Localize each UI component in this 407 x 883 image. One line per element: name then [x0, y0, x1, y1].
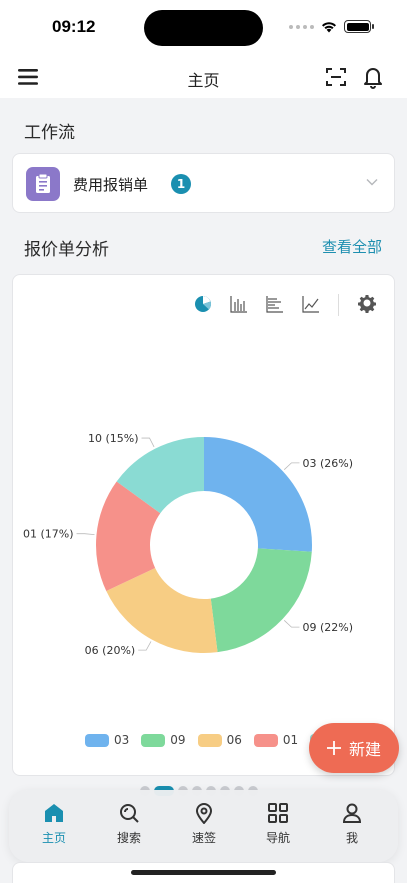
legend-swatch — [253, 733, 278, 747]
tab-label: 主页 — [41, 831, 66, 845]
legend-swatch — [141, 733, 166, 747]
workflow-count-badge: 1 — [171, 174, 191, 194]
scan-icon[interactable] — [325, 66, 347, 88]
legend-swatch — [197, 733, 222, 747]
view-all-link[interactable]: 查看全部 — [322, 236, 382, 257]
tab-navigation[interactable]: 导航 — [248, 802, 308, 846]
workflow-item-expense-claim[interactable]: 费用报销单 1 — [12, 153, 395, 213]
slice-label: 09 (22%) — [302, 621, 353, 634]
workflow-item-label: 费用报销单 — [73, 176, 149, 194]
bottom-tab-bar: 主页 搜索 速签 导航 我 — [9, 790, 398, 862]
analysis-section-title: 报价单分析 — [24, 240, 109, 260]
plus-icon — [326, 741, 341, 755]
tab-search[interactable]: 搜索 — [99, 802, 159, 846]
status-time: 09:12 — [52, 17, 96, 36]
bell-icon[interactable] — [362, 65, 384, 89]
tab-label: 我 — [345, 831, 358, 845]
tab-home[interactable]: 主页 — [24, 802, 84, 846]
wifi-icon — [322, 22, 336, 33]
slice-label: 01 (17%) — [23, 528, 74, 541]
legend-item-06[interactable]: 06 — [197, 733, 242, 747]
cellular-signal-icon — [289, 24, 314, 29]
legend-item-03[interactable]: 03 — [85, 733, 129, 747]
donut-slice-09[interactable] — [210, 548, 312, 653]
label-leader-line — [76, 533, 95, 536]
battery-icon — [344, 20, 374, 33]
legend-swatch — [85, 733, 109, 747]
workflow-section-title: 工作流 — [24, 123, 75, 143]
legend-label: 09 — [170, 733, 186, 747]
quotation-chart-card: 03 (26%) 09 (22%) 06 (20%) 01 (17%) 10 (15%)… — [12, 274, 395, 776]
slice-label: 10 (15%) — [88, 432, 139, 445]
slice-label: 06 (20%) — [85, 644, 136, 657]
tab-me[interactable]: 我 — [322, 802, 382, 846]
grid-icon — [268, 803, 288, 823]
donut-slice-03[interactable] — [204, 437, 313, 552]
label-leader-line — [138, 641, 152, 651]
legend-label: 06 — [226, 733, 242, 747]
legend-label: 03 — [114, 733, 130, 747]
donut-chart: 03 (26%) 09 (22%) 06 (20%) 01 (17%) 10 (15%) — [23, 432, 353, 657]
legend-label: 01 — [282, 733, 299, 747]
status-icons — [289, 20, 374, 33]
chevron-down-icon[interactable] — [366, 178, 378, 186]
clipboard-icon — [26, 167, 60, 201]
user-icon — [342, 803, 362, 823]
home-indicator — [131, 870, 276, 875]
new-button[interactable]: 新建 — [309, 723, 399, 773]
nav-bar: 主页 — [0, 56, 407, 98]
label-leader-line — [283, 620, 300, 628]
home-icon — [45, 804, 63, 822]
tab-quick-sign[interactable]: 速签 — [174, 802, 234, 846]
status-bar: 09:12 — [0, 0, 407, 56]
label-leader-line — [283, 462, 300, 470]
new-button-label: 新建 — [348, 740, 381, 759]
legend-item-09[interactable]: 09 — [141, 733, 186, 747]
location-pin-icon — [195, 803, 213, 824]
search-icon — [120, 804, 139, 823]
label-leader-line — [141, 437, 155, 448]
tab-label: 导航 — [265, 831, 290, 845]
legend-item-01[interactable]: 01 — [253, 733, 299, 747]
dynamic-island — [144, 10, 263, 46]
tab-label: 搜索 — [116, 831, 141, 845]
slice-label: 03 (26%) — [302, 457, 353, 470]
tab-label: 速签 — [191, 831, 216, 845]
